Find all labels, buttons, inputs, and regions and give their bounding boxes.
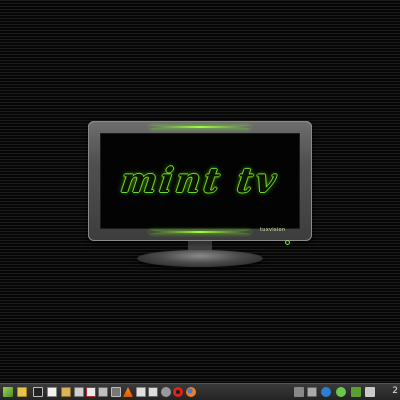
tv-top-light [150,126,250,128]
tv-stand-base [137,250,263,267]
notes-icon[interactable] [17,387,27,397]
network-icon[interactable] [294,387,304,397]
update-icon[interactable] [336,387,346,397]
tv-screen-logo: mint tv [118,161,282,201]
volume-icon[interactable] [365,387,375,397]
tv-screen: mint tv [100,133,300,229]
folder-icon[interactable] [61,387,71,397]
image-viewer-icon[interactable] [111,387,121,397]
tv-wallpaper: mint tv tuxvision [88,121,312,245]
menu-icon[interactable] [3,387,13,397]
document-viewer-icon[interactable] [98,387,108,397]
browser-icon[interactable] [136,387,146,397]
tv-brand-label: tuxvision [260,227,286,233]
file-manager-icon[interactable] [74,387,84,397]
terminal-icon[interactable] [33,387,43,397]
text-editor-icon[interactable] [47,387,57,397]
settings-icon[interactable] [161,387,171,397]
pdf-icon[interactable] [86,387,96,397]
taskbar: 2 [0,383,400,400]
opera-icon[interactable] [173,387,183,397]
tv-bottom-light [150,231,250,233]
calendar-icon[interactable] [148,387,158,397]
shield-icon[interactable] [351,387,361,397]
chat-icon[interactable] [321,387,331,397]
desktop: mint tv tuxvision [0,0,400,383]
monitor-icon[interactable] [307,387,317,397]
firefox-icon[interactable] [186,387,196,397]
power-led-icon [285,240,290,245]
clock[interactable]: 2 [392,386,398,397]
vlc-icon[interactable] [123,387,133,397]
